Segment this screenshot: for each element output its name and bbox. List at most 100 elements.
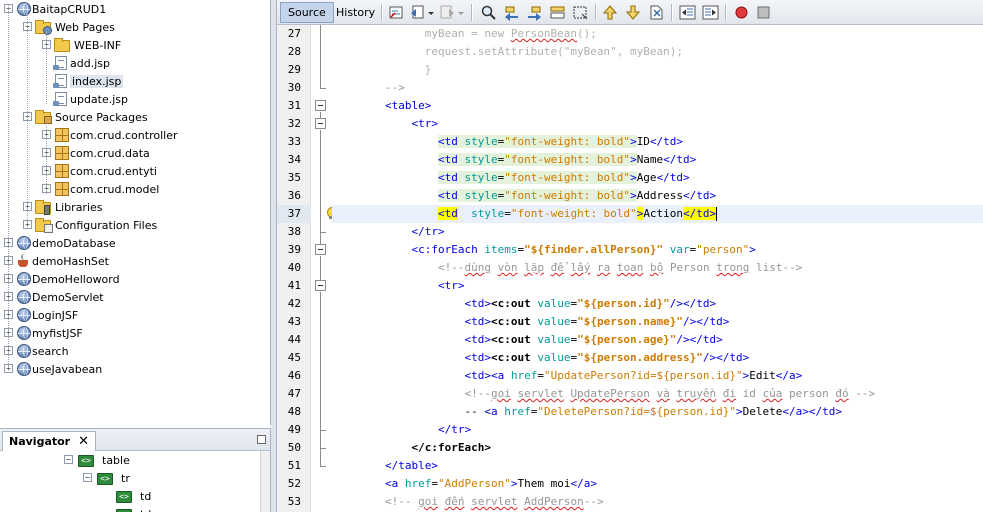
fold-toggle[interactable] [315,100,326,111]
coffee-cup-icon [17,254,31,268]
tree-item[interactable]: BaitapCRUD1 [16,0,106,18]
tree-item[interactable]: Configuration Files [35,216,157,234]
previous-bookmark-icon[interactable] [602,4,619,21]
find-previous-icon[interactable] [503,4,520,21]
globe-icon [17,2,31,16]
tree-item[interactable]: myfistJSF [16,324,83,342]
code-line: <!--goi servlet UpdatePerson và truyền đ… [464,387,876,400]
fold-guide [320,25,321,88]
fold-toggle[interactable] [315,280,326,291]
code-line: request.setAttribute("myBean", myBean); [424,45,683,58]
collapse-toggle[interactable]: − [64,455,73,464]
package-icon [55,128,69,142]
tab-history[interactable]: History [328,2,383,23]
navigator-item[interactable]: <> td [116,487,151,505]
shift-left-icon[interactable] [679,4,696,21]
fold-end-marker [320,88,326,89]
tree-item[interactable]: update.jsp [53,90,128,108]
code-line: <td><c:out value="${person.address}"/></… [464,351,750,364]
folder-icon [54,38,70,52]
next-bookmark-icon[interactable] [625,4,642,21]
line-number: 30 [287,81,301,94]
line-number: 45 [287,351,301,364]
record-macro-icon[interactable] [733,4,750,21]
restore-window-icon[interactable] [257,435,266,444]
fold-toggle[interactable] [315,244,326,255]
collapse-toggle[interactable]: − [83,473,92,482]
code-line: </tr> [437,423,472,436]
line-number: 46 [287,369,301,382]
rectangular-selection-icon[interactable] [572,4,589,21]
find-icon[interactable] [480,4,497,21]
code-line: </tr> [411,225,445,238]
jsp-file-icon [53,74,67,88]
code-line: </table> [384,459,438,472]
stop-macro-icon[interactable] [755,4,772,21]
code-line: <tr> [411,117,438,130]
fold-toggle[interactable] [315,118,326,129]
fold-guide [320,232,321,244]
toggle-highlight-icon[interactable] [549,4,566,21]
tree-item[interactable]: useJavabean [16,360,102,378]
tree-item[interactable]: DemoHelloword [16,270,120,288]
fold-guide [320,430,321,466]
tree-item-label: myfistJSF [32,326,83,340]
code-line: <td style="font-weight: bold">ID</td> [437,135,684,148]
toggle-bookmark-icon[interactable] [648,4,665,21]
tree-item[interactable]: index.jsp [53,72,124,90]
navigator-scrollbar[interactable] [260,451,270,512]
tree-item[interactable]: Source Packages [35,108,148,126]
close-icon[interactable]: ✕ [78,435,89,448]
chevron-down-icon[interactable] [457,4,465,21]
code-line: <!-- goi đến servlet AddPerson--> [384,495,604,508]
fold-guide [320,130,321,232]
tree-item[interactable]: add.jsp [53,54,110,72]
navigator-item[interactable]: <> table [78,451,130,469]
package-icon [55,182,69,196]
tree-item-label: DemoServlet [32,290,104,304]
tree-item[interactable]: Libraries [35,198,103,216]
navigator-item[interactable]: <>td [116,505,151,512]
source-folder-icon [35,110,52,124]
code-line: -- <a href="DeletePerson?id=${person.id}… [464,405,843,418]
tree-item[interactable]: DemoServlet [16,288,104,306]
code-area[interactable]: myBean = new PersonBean(); request.setAt… [332,25,983,512]
navigator-item-label: td [140,508,151,512]
navigator-item[interactable]: <> tr [97,469,130,487]
code-line: <td style="font-weight: bold">Address</t… [437,189,717,202]
tree-item[interactable]: LoginJSF [16,306,78,324]
tab-source[interactable]: Source [280,2,334,23]
globe-icon [17,326,31,340]
line-number: 36 [287,189,301,202]
tree-item-label: com.crud.controller [70,128,178,142]
fold-margin [311,25,337,512]
line-number: 37 [287,207,301,220]
html-tag-icon: <> [97,473,113,485]
globe-icon [17,362,31,376]
tree-item[interactable]: com.crud.data [54,144,150,162]
code-line: <!--dùng vòn lặp để lấy ra toan bộ Perso… [437,261,803,274]
web-folder-icon [35,20,52,35]
forward-icon[interactable] [439,4,456,21]
chevron-down-icon[interactable] [427,4,435,21]
tree-item[interactable]: demoDatabase [16,234,116,252]
shift-right-icon[interactable] [702,4,719,21]
line-number: 42 [287,297,301,310]
tree-item[interactable]: com.crud.entyti [54,162,157,180]
line-number: 43 [287,315,301,328]
back-icon[interactable] [409,4,426,21]
tree-item[interactable]: WEB-INF [54,36,121,54]
tree-item[interactable]: search [16,342,69,360]
config-folder-icon [35,218,53,233]
tree-item-label: Libraries [55,200,103,214]
tree-item[interactable]: com.crud.controller [54,126,178,144]
last-edit-icon[interactable] [388,4,405,21]
tree-item[interactable]: demoHashSet [16,252,109,270]
tree-item-label: WEB-INF [74,38,122,52]
navigator-item-label: td [140,489,152,503]
tree-item[interactable]: com.crud.model [54,180,159,198]
navigator-tab[interactable]: Navigator ✕ [2,431,97,451]
find-next-icon[interactable] [526,4,543,21]
code-line: <c:forEach items="${finder.allPerson}" v… [411,243,756,256]
html-tag-icon: <> [116,491,132,503]
